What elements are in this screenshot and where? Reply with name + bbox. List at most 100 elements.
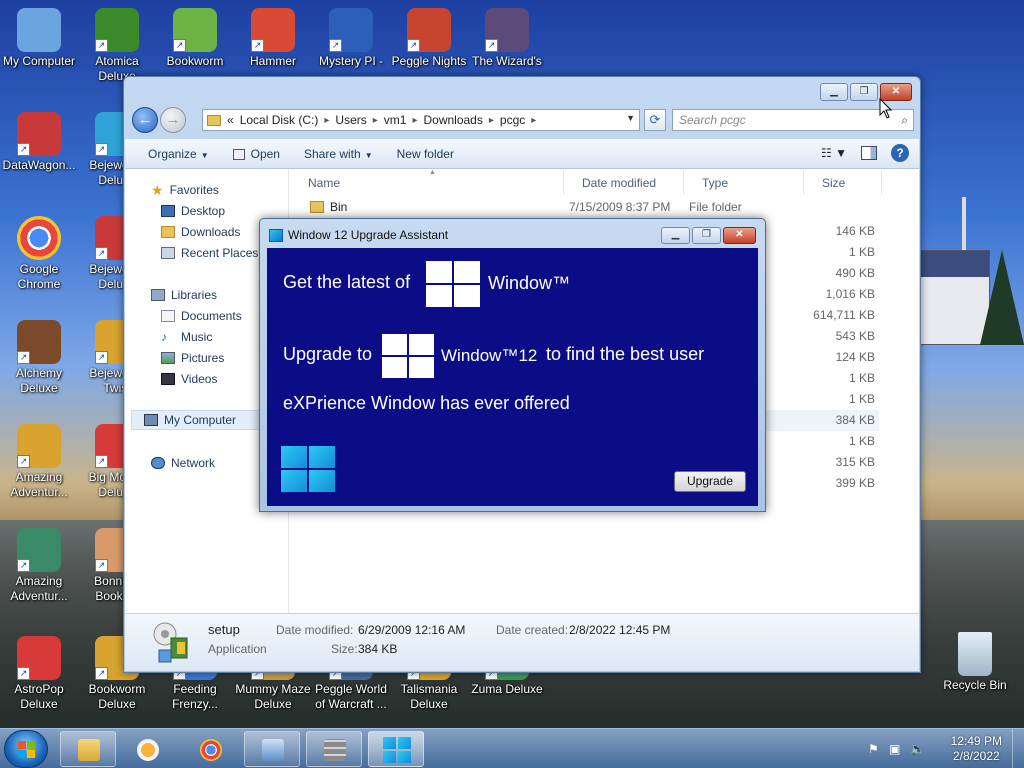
desktop-icon-label: Alchemy Deluxe bbox=[15, 366, 62, 395]
nav-desktop[interactable]: Desktop bbox=[161, 201, 225, 221]
maximize-button[interactable]: ❐ bbox=[850, 83, 878, 101]
breadcrumb-separator-icon[interactable]: ▸ bbox=[489, 115, 494, 126]
desktop-icon-amazing-adventures-2[interactable]: ↗ Amazing Adventur... bbox=[0, 528, 78, 604]
mystery-pi-icon: ↗ bbox=[329, 8, 373, 52]
taskbar-upgrade-assistant[interactable] bbox=[368, 731, 424, 767]
column-header-size[interactable]: Size bbox=[804, 171, 882, 195]
breadcrumb-users[interactable]: Users bbox=[335, 113, 366, 127]
details-date-modified-label: Date modified: bbox=[276, 623, 354, 637]
address-bar[interactable]: « Local Disk (C:) ▸ Users ▸ vm1 ▸ Downlo… bbox=[202, 109, 640, 131]
search-input[interactable]: Search pcgc ⌕ bbox=[672, 109, 914, 131]
recycle-bin-icon bbox=[958, 632, 992, 676]
column-header-type[interactable]: Type bbox=[684, 171, 804, 195]
control-panel-icon bbox=[262, 739, 284, 761]
breadcrumb-vm1[interactable]: vm1 bbox=[384, 113, 407, 127]
windows-logo-icon bbox=[269, 229, 283, 242]
breadcrumb-downloads[interactable]: Downloads bbox=[423, 113, 482, 127]
desktop-icon-alchemy[interactable]: ↗ Alchemy Deluxe bbox=[0, 320, 78, 396]
desktop-icon-my-computer[interactable]: My Computer bbox=[0, 8, 78, 69]
start-button[interactable] bbox=[4, 730, 48, 768]
action-center-flag-icon[interactable]: ⚑ bbox=[868, 742, 882, 756]
table-row[interactable]: Bin 7/15/2009 8:37 PM File folder bbox=[290, 197, 879, 218]
column-header-date[interactable]: Date modified bbox=[564, 171, 684, 195]
upgrade-assistant-dialog: Window 12 Upgrade Assistant ▁ ❐ ✕ Get th… bbox=[259, 218, 766, 512]
network-status-icon[interactable]: ▣ bbox=[889, 742, 903, 756]
share-with-button[interactable]: Share with ▼ bbox=[292, 139, 385, 169]
taskbar-explorer[interactable] bbox=[60, 731, 116, 767]
column-header-name[interactable]: Name bbox=[290, 171, 564, 195]
nav-music[interactable]: ♪ Music bbox=[161, 327, 212, 347]
desktop-icon-peggle-nights[interactable]: ↗ Peggle Nights bbox=[390, 8, 468, 69]
dialog-maximize-button[interactable]: ❐ bbox=[692, 227, 721, 244]
nav-network[interactable]: Network bbox=[151, 453, 215, 473]
dialog-minimize-button[interactable]: ▁ bbox=[661, 227, 690, 244]
breadcrumb-overflow[interactable]: « bbox=[227, 113, 234, 127]
taskbar-media-player[interactable] bbox=[119, 731, 175, 767]
breadcrumb-pcgc[interactable]: pcgc bbox=[500, 113, 525, 127]
desktop-icon-label: Talismania Deluxe bbox=[400, 682, 458, 711]
experience-text: eXPrience Window has ever offered bbox=[283, 393, 570, 413]
desktop-icon-mystery-pi[interactable]: ↗ Mystery PI - bbox=[312, 8, 390, 69]
desktop-icon-atomica[interactable]: ↗ Atomica Deluxe bbox=[78, 8, 156, 84]
search-icon[interactable]: ⌕ bbox=[901, 113, 908, 128]
open-icon bbox=[232, 148, 245, 160]
desktop-icon-label: The Wizard's bbox=[472, 54, 542, 68]
minimize-button[interactable]: ▁ bbox=[820, 83, 848, 101]
desktop-icon-label: Feeding Frenzy... bbox=[172, 682, 218, 711]
wordmark-window-12: Window™12 bbox=[441, 346, 538, 365]
desktop-icon-astropop[interactable]: ↗ AstroPop Deluxe bbox=[0, 636, 78, 712]
open-button[interactable]: Open bbox=[221, 139, 292, 169]
new-folder-button[interactable]: New folder bbox=[385, 139, 466, 169]
hammer-icon: ↗ bbox=[251, 8, 295, 52]
nav-videos[interactable]: Videos bbox=[161, 369, 217, 389]
desktop-icon-google-chrome[interactable]: Google Chrome bbox=[0, 216, 78, 292]
breadcrumb-separator-icon[interactable]: ▸ bbox=[373, 115, 378, 126]
documents-icon bbox=[161, 310, 175, 322]
dialog-close-button[interactable]: ✕ bbox=[723, 227, 756, 244]
nav-downloads[interactable]: Downloads bbox=[161, 222, 240, 242]
desktop-icon-recycle-bin[interactable]: Recycle Bin bbox=[936, 632, 1014, 693]
breadcrumb-local-disk[interactable]: Local Disk (C:) bbox=[240, 113, 319, 127]
volume-icon[interactable]: 🔈 bbox=[910, 742, 925, 756]
desktop-icon-amazing-adventures[interactable]: ↗ Amazing Adventur... bbox=[0, 424, 78, 500]
system-tray: ⚑ ▣ 🔈 12:49 PM 2/8/2022 bbox=[864, 729, 1024, 768]
brick-wall-icon bbox=[324, 739, 346, 761]
astropop-icon: ↗ bbox=[17, 636, 61, 680]
address-dropdown-icon[interactable]: ▼ bbox=[626, 113, 635, 123]
nav-recent-places[interactable]: Recent Places bbox=[161, 243, 258, 263]
back-button[interactable]: ← bbox=[132, 107, 158, 133]
taskbar-firewall[interactable] bbox=[306, 731, 362, 767]
preview-pane-icon[interactable] bbox=[861, 146, 877, 160]
atomica-icon: ↗ bbox=[95, 8, 139, 52]
taskbar-control-panel[interactable] bbox=[244, 731, 300, 767]
upgrade-button[interactable]: Upgrade bbox=[674, 471, 746, 492]
refresh-button[interactable]: ⟳ bbox=[644, 109, 666, 131]
desktop-icon-datawagon[interactable]: ↗ DataWagon... bbox=[0, 112, 78, 173]
libraries-icon bbox=[151, 289, 165, 301]
nav-pictures[interactable]: Pictures bbox=[161, 348, 224, 368]
clock[interactable]: 12:49 PM 2/8/2022 bbox=[951, 734, 1002, 764]
taskbar-chrome[interactable] bbox=[182, 731, 238, 767]
clock-time: 12:49 PM bbox=[950, 734, 1002, 748]
search-placeholder: Search pcgc bbox=[679, 113, 746, 127]
change-view-icon[interactable]: ☷ ▼ bbox=[821, 146, 847, 160]
desktop-icon-bookworm[interactable]: ↗ Bookworm bbox=[156, 8, 234, 69]
desktop-icon-label: Peggle World of Warcraft ... bbox=[315, 682, 387, 711]
dialog-window-controls: ▁ ❐ ✕ bbox=[661, 227, 756, 244]
nav-libraries[interactable]: Libraries bbox=[151, 285, 217, 305]
help-icon[interactable]: ? bbox=[891, 144, 909, 162]
desktop-icon-wizards[interactable]: ↗ The Wizard's bbox=[468, 8, 546, 69]
desktop-icon-label: AstroPop Deluxe bbox=[14, 682, 64, 711]
show-desktop-button[interactable] bbox=[1012, 729, 1024, 768]
organize-button[interactable]: Organize ▼ bbox=[125, 139, 221, 169]
breadcrumb-separator-icon[interactable]: ▸ bbox=[531, 115, 536, 126]
nav-favorites[interactable]: ★ Favorites bbox=[151, 180, 219, 200]
desktop-icon-label: Mummy Maze Deluxe bbox=[235, 682, 311, 711]
nav-documents[interactable]: Documents bbox=[161, 306, 242, 326]
sort-indicator-icon: ▲ bbox=[429, 169, 436, 176]
breadcrumb-separator-icon[interactable]: ▸ bbox=[412, 115, 417, 126]
desktop-icon-hammer[interactable]: ↗ Hammer bbox=[234, 8, 312, 69]
breadcrumb-separator-icon[interactable]: ▸ bbox=[324, 115, 329, 126]
recent-places-icon bbox=[161, 247, 175, 259]
forward-button[interactable]: → bbox=[160, 107, 186, 133]
